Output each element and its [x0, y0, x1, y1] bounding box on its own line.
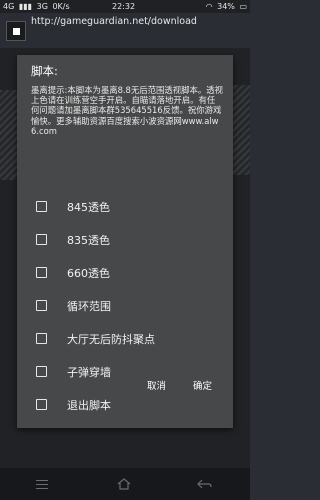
option-label: 退出脚本 — [67, 399, 111, 412]
status-left: 4G ▮▮▮ 3G 0K/s — [3, 0, 72, 13]
signal-icon: ▮▮▮ — [18, 2, 33, 11]
gg-square-glyph — [13, 28, 20, 35]
option-lobby-no-recoil[interactable]: 大厅无后防抖聚点 — [17, 327, 233, 353]
home-icon[interactable] — [116, 477, 132, 491]
checkbox[interactable] — [36, 399, 47, 410]
script-dialog: 脚本: 墨离提示:本脚本为墨离8.8无后范围透视脚本。透视上色请在训练营空手开启… — [17, 55, 233, 428]
net-speed: 0K/s — [52, 2, 70, 11]
option-loop-range[interactable]: 循环范围 — [17, 294, 233, 320]
option-label: 大厅无后防抖聚点 — [67, 333, 155, 346]
option-label: 循环范围 — [67, 300, 111, 313]
clock: 22:32 — [112, 2, 136, 11]
checkbox[interactable] — [36, 300, 47, 311]
option-label: 子弹穿墙 — [67, 366, 111, 379]
option-845-color[interactable]: 845透色 — [17, 195, 233, 221]
ok-button[interactable]: 确定 — [193, 378, 212, 392]
cancel-button[interactable]: 取消 — [147, 378, 166, 392]
option-835-color[interactable]: 835透色 — [17, 228, 233, 254]
checkbox[interactable] — [36, 201, 47, 212]
checkbox[interactable] — [36, 366, 47, 377]
option-660-color[interactable]: 660透色 — [17, 261, 233, 287]
wifi-icon: ◠ — [205, 2, 213, 11]
option-label: 835透色 — [67, 234, 110, 247]
network-type: 4G — [3, 2, 15, 11]
status-right: ◠ 34% ▭ — [204, 0, 247, 13]
gameguardian-float-icon[interactable] — [6, 21, 26, 41]
navigation-bar — [0, 468, 250, 500]
checkbox[interactable] — [36, 333, 47, 344]
dialog-title: 脚本: — [31, 64, 58, 78]
checkbox[interactable] — [36, 234, 47, 245]
back-icon[interactable] — [196, 477, 212, 491]
option-exit-script[interactable]: 退出脚本 — [17, 393, 233, 419]
battery-icon: ▭ — [239, 2, 247, 11]
option-label: 845透色 — [67, 201, 110, 214]
dialog-message: 墨离提示:本脚本为墨离8.8无后范围透视脚本。透视上色请在训练营空手开启。自瞄请… — [31, 85, 224, 136]
checkbox[interactable] — [36, 267, 47, 278]
battery-percent: 34% — [217, 2, 235, 11]
download-url: http://gameguardian.net/download — [31, 16, 197, 27]
menu-icon[interactable] — [36, 480, 48, 489]
status-bar: 4G ▮▮▮ 3G 0K/s 22:32 ◠ 34% ▭ — [0, 0, 250, 13]
option-label: 660透色 — [67, 267, 110, 280]
network-type-3g: 3G — [36, 2, 48, 11]
